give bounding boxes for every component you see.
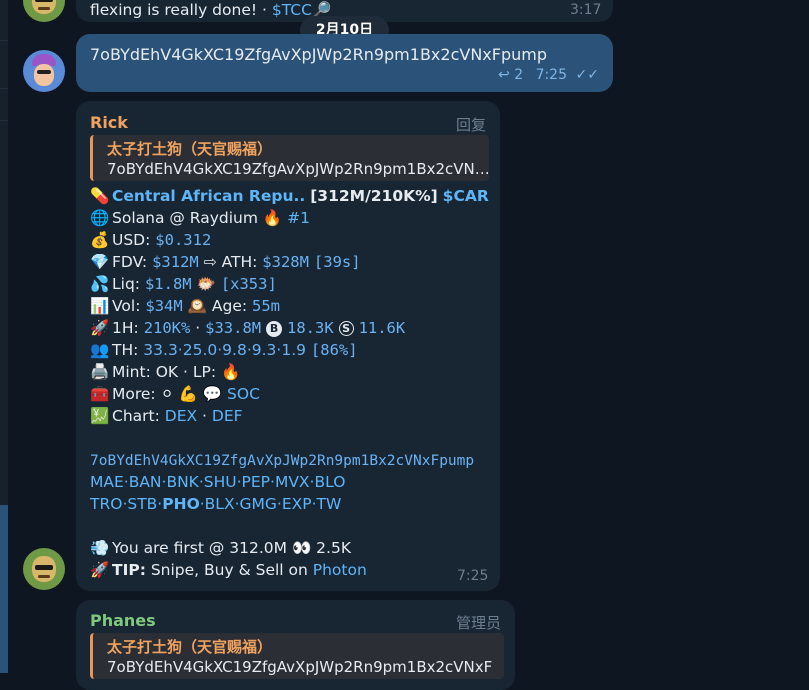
clock-icon: 🕰️ [187,297,207,315]
avatar[interactable] [23,548,65,590]
token-name-link[interactable]: Central African Repu.. [112,187,305,205]
h1-volume: $33.8M [205,319,262,337]
sender-name[interactable]: Rick [90,113,128,132]
phanes-message: Phanes 管理员 太子打土狗（天官赐福） 7oBYdEhV4GkXC19Zf… [76,600,515,690]
avatar[interactable] [23,0,65,22]
contract-address[interactable]: 7oBYdEhV4GkXC19ZfgAvXpJWp2Rn9pm1Bx2cVNxF… [90,451,474,471]
read-checks-icon: ✓✓ [575,67,599,83]
globe-icon: 🌐 [90,209,110,227]
chart-label: Chart: [112,407,160,425]
h1-separator: · [190,319,206,337]
bot-link-pho[interactable]: PHO [162,495,200,513]
exchange-chart-icon: 💹 [90,407,110,425]
message-text: 7oBYdEhV4GkXC19ZfgAvXpJWp2Rn9pm1Bx2cVNxF… [90,45,547,64]
h1-sells: 11.6K [358,319,406,337]
message-time: 7:25 [457,568,489,584]
ticker-link[interactable]: $TCC [272,1,312,19]
pill-icon: 💊 [90,187,110,205]
h1-label: 1H: [112,319,139,337]
quote-text: 7oBYdEhV4GkXC19ZfgAvXpJWp2Rn9pm1Bx2cVN… [107,160,490,178]
ath-label: ⇨ ATH: [203,253,258,271]
vol-label: Vol: [112,297,141,315]
bot-links-line-2a[interactable]: TRO·STB· [90,495,162,513]
dex-link[interactable]: DEX [165,407,197,425]
reply-quote[interactable]: 太子打土狗（天官赐福） 7oBYdEhV4GkXC19ZfgAvXpJWp2Rn… [90,135,490,181]
usd-label: USD: [112,231,151,249]
quote-sender: 太子打土狗（天官赐福） [107,638,273,656]
dash-icon: 💨 [90,539,110,557]
def-link[interactable]: DEF [212,407,243,425]
fire-icon: 🔥 [262,209,283,227]
tip-label: TIP: [112,561,146,579]
gem-icon: 💎 [90,253,110,271]
first-text: You are first @ 312.0M 👀 2.5K [112,539,351,557]
age-label: Age: [211,297,248,315]
money-bag-icon: 💰 [90,231,110,249]
liq-label: Liq: [112,275,141,293]
blowfish-icon: 🐡 [196,275,216,293]
own-message: 7oBYdEhV4GkXC19ZfgAvXpJWp2Rn9pm1Bx2cVNxF… [76,34,613,92]
photon-link[interactable]: Photon [313,561,367,579]
printer-icon: 🖨️ [90,363,110,381]
toolbox-icon: 🧰 [90,385,110,403]
rocket-icon: 🚀 [90,561,110,579]
quote-sender: 太子打土狗（天官赐福） [107,140,273,158]
muscle-icon[interactable]: 💪 [179,385,198,403]
ath-age: [39s] [313,253,361,271]
sender-role: 回复 [455,116,486,134]
reply-count[interactable]: 2 [514,67,523,83]
h1-percent: 210K% [143,319,191,337]
fdv-value: $312M [152,253,199,271]
message-time: 3:17 [570,2,602,18]
ticker-link[interactable]: $CAR [443,187,489,205]
th-total: [86%] [310,341,358,359]
selected-chat-indicator [0,505,8,673]
bot-links-line-1[interactable]: MAE·BAN·BNK·SHU·PEP·MVX·BLO [90,472,345,492]
avatar[interactable] [23,50,65,92]
reply-quote[interactable]: 太子打土狗（天官赐福） 7oBYdEhV4GkXC19ZfgAvXpJWp2Rn… [90,633,504,679]
vol-value: $34M [145,297,183,315]
bar-chart-icon: 📊 [90,297,110,315]
token-stats: [312M/210K%] [310,187,438,205]
rank-link[interactable]: #1 [287,209,310,227]
soc-link[interactable]: SOC [227,385,260,403]
liq-value: $1.8M [144,275,192,293]
people-icon: 👥 [90,341,110,359]
sender-role: 管理员 [455,614,501,632]
th-values: 33.3·25.0·9.8·9.3·1.9 [143,341,306,359]
tip-text: Snipe, Buy & Sell on [145,561,313,579]
usd-value: $0.312 [155,231,212,249]
ath-value: $328M [262,253,309,271]
rings-icon[interactable]: ⚪ [161,385,174,403]
th-label: TH: [112,341,139,359]
bot-links-line-2c[interactable]: ·BLX·GMG·EXP·TW [200,495,342,513]
reply-icon[interactable]: ↩ [498,67,510,83]
mint-lp-text: Mint: OK · LP: 🔥 [112,363,241,381]
quote-text: 7oBYdEhV4GkXC19ZfgAvXpJWp2Rn9pm1Bx2cVNxF [107,658,493,676]
sells-icon: S [338,321,354,336]
message-text: flexing is really done! · [90,1,272,19]
sender-name[interactable]: Phanes [90,611,156,630]
chart-separator: · [197,407,212,425]
speech-bubble-icon[interactable]: 💬 [203,385,222,403]
message-time: 7:25 [535,67,568,83]
h1-buys: 18.3K [287,319,334,337]
chat-list-edge [0,0,8,673]
liq-multiplier: [x353] [220,275,277,293]
age-value: 55m [252,297,281,315]
more-label: More: [112,385,156,403]
buys-icon: B [266,321,283,337]
rocket-icon: 🚀 [90,319,110,337]
fdv-label: FDV: [112,253,148,271]
chain-text: Solana @ Raydium [112,209,258,227]
droplets-icon: 💦 [90,275,110,293]
